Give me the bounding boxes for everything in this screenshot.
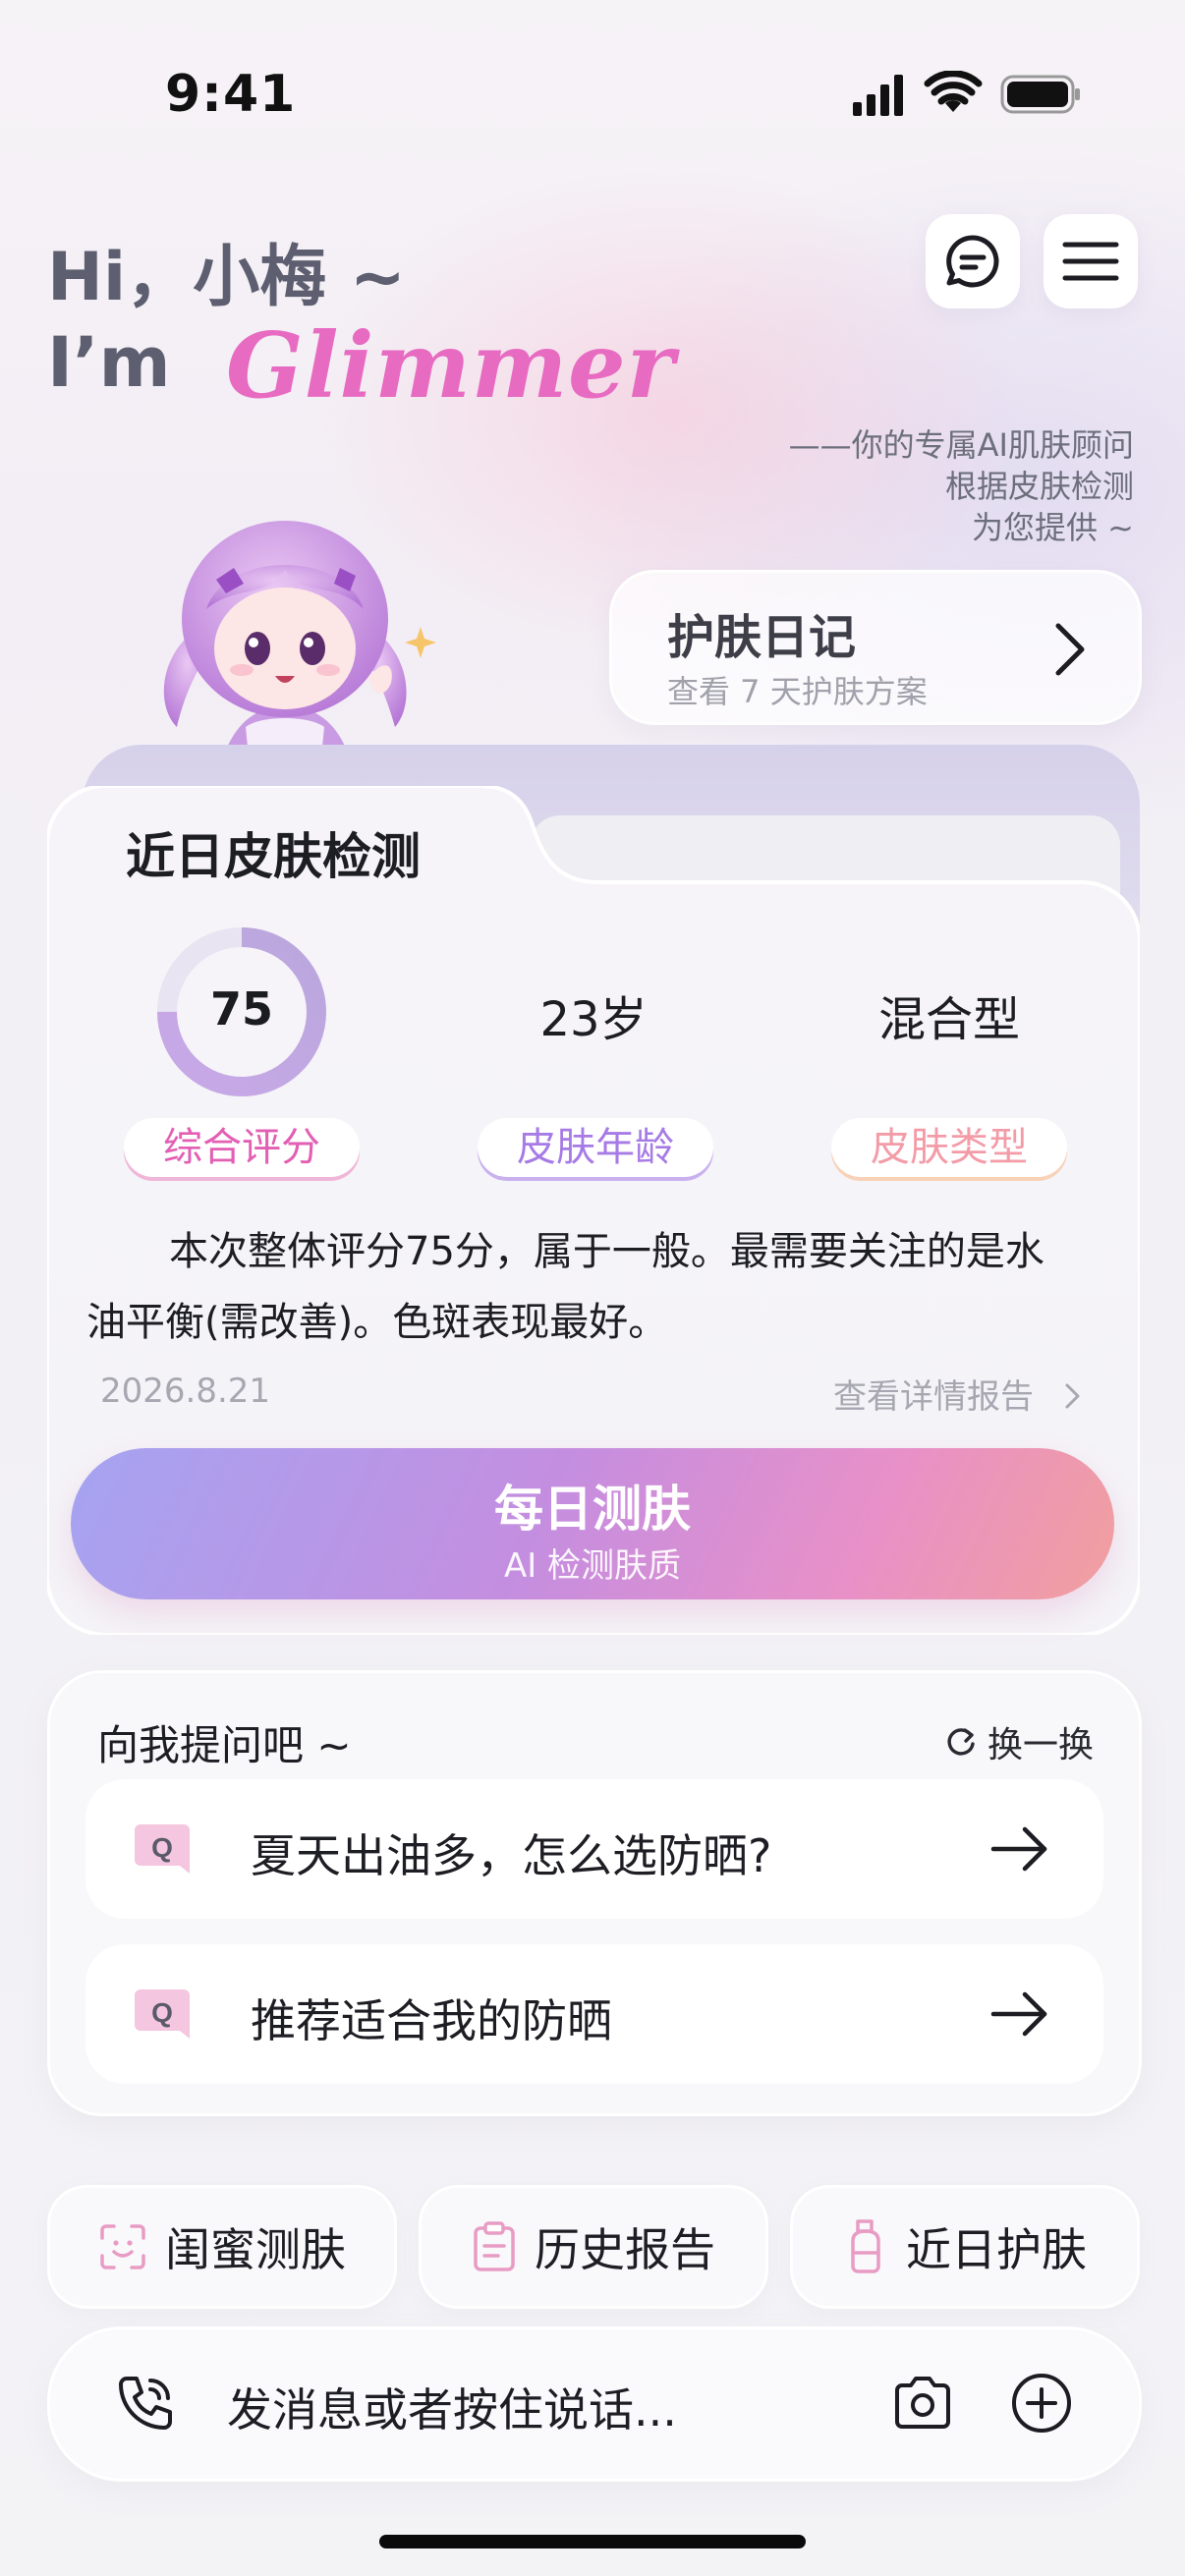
refresh-icon bbox=[947, 1728, 975, 1756]
question-text: 夏天出油多，怎么选防晒? bbox=[251, 1829, 772, 1882]
quick-action-history[interactable]: 历史报告 bbox=[419, 2185, 768, 2309]
bottle-icon bbox=[851, 2219, 880, 2273]
phone-call-icon[interactable] bbox=[113, 2373, 176, 2436]
refresh-button[interactable]: 换一换 bbox=[944, 1716, 1094, 1767]
question-badge-label: Q bbox=[151, 1997, 173, 2028]
tagline-2: 根据皮肤检测 bbox=[944, 468, 1134, 505]
greeting-im: I’m bbox=[47, 322, 171, 403]
question-badge-icon: Q bbox=[135, 1989, 190, 2039]
skin-type-label: 皮肤类型 bbox=[831, 1118, 1067, 1177]
chevron-right-icon bbox=[1055, 623, 1085, 676]
skin-age-value: 23岁 bbox=[539, 992, 648, 1047]
daily-test-title: 每日测肤 bbox=[494, 1481, 691, 1538]
chat-button[interactable] bbox=[926, 214, 1020, 308]
skin-type-value: 混合型 bbox=[877, 992, 1020, 1047]
question-badge-icon: Q bbox=[135, 1824, 190, 1874]
brand-name: Glimmer bbox=[226, 312, 676, 419]
home-indicator bbox=[379, 2535, 806, 2548]
signal-wifi-battery-icon bbox=[853, 70, 1080, 116]
status-time: 9:41 bbox=[165, 65, 297, 124]
quick-action-friend-test[interactable]: 闺蜜测肤 bbox=[47, 2185, 397, 2309]
ask-panel: 向我提问吧 ~ 换一换 Q 夏天出油多，怎么选防晒? Q 推荐适合我的防晒 bbox=[47, 1670, 1142, 2116]
plus-circle-icon[interactable] bbox=[1009, 2371, 1074, 2436]
camera-icon[interactable] bbox=[891, 2375, 954, 2434]
diary-title: 护肤日记 bbox=[667, 610, 857, 665]
report-date: 2026.8.21 bbox=[100, 1372, 271, 1411]
view-report-label: 查看详情报告 bbox=[833, 1377, 1034, 1417]
mascot-avatar bbox=[138, 462, 442, 786]
summary-text: 本次整体评分75分，属于一般。最需要关注的是水 油平衡(需改善)。色斑表现最好。 bbox=[86, 1216, 1089, 1358]
question-item[interactable]: Q 推荐适合我的防晒 bbox=[85, 1944, 1103, 2084]
daily-skin-test-button[interactable]: 每日测肤 AI 检测肤质 bbox=[71, 1448, 1114, 1599]
tagline-1: ——你的专属AI肌肤顾问 bbox=[788, 426, 1134, 464]
quick-action-label: 历史报告 bbox=[535, 2223, 715, 2276]
daily-test-subtitle: AI 检测肤质 bbox=[503, 1546, 682, 1586]
ask-title: 向我提问吧 ~ bbox=[97, 1721, 352, 1769]
arrow-right-icon bbox=[990, 1826, 1047, 1872]
skin-age-label: 皮肤年龄 bbox=[478, 1118, 713, 1177]
status-icons bbox=[847, 70, 1083, 120]
question-text: 推荐适合我的防晒 bbox=[251, 1994, 612, 2047]
refresh-label: 换一换 bbox=[987, 1725, 1094, 1765]
face-scan-icon bbox=[100, 2224, 145, 2269]
tagline-3: 为您提供 ~ bbox=[972, 509, 1134, 546]
summary-line-1: 本次整体评分75分，属于一般。最需要关注的是水 bbox=[169, 1229, 1044, 1274]
score-label: 综合评分 bbox=[124, 1118, 360, 1177]
quick-action-label: 闺蜜测肤 bbox=[165, 2223, 346, 2276]
score-value: 75 bbox=[209, 982, 273, 1036]
diary-subtitle: 查看 7 天护肤方案 bbox=[667, 673, 928, 710]
question-item[interactable]: Q 夏天出油多，怎么选防晒? bbox=[85, 1779, 1103, 1919]
menu-button[interactable] bbox=[1044, 214, 1138, 308]
card-title: 近日皮肤检测 bbox=[126, 828, 421, 885]
quick-action-recent-care[interactable]: 近日护肤 bbox=[790, 2185, 1140, 2309]
chevron-right-icon bbox=[1065, 1383, 1080, 1409]
message-input[interactable]: 发消息或者按住说话... bbox=[227, 2375, 677, 2439]
skincare-diary-card[interactable]: 护肤日记 查看 7 天护肤方案 bbox=[609, 570, 1142, 725]
hamburger-menu-icon bbox=[1062, 242, 1119, 281]
chat-bubble-icon bbox=[946, 235, 999, 288]
quick-action-label: 近日护肤 bbox=[906, 2223, 1087, 2276]
question-badge-label: Q bbox=[151, 1832, 173, 1863]
greeting-line: Hi，小梅 ~ bbox=[47, 239, 406, 316]
arrow-right-icon bbox=[990, 1991, 1047, 2037]
message-input-bar: 发消息或者按住说话... bbox=[47, 2326, 1142, 2482]
view-report-link[interactable]: 查看详情报告 bbox=[833, 1370, 1084, 1418]
clipboard-icon bbox=[474, 2221, 515, 2271]
summary-line-2: 油平衡(需改善)。色斑表现最好。 bbox=[86, 1300, 668, 1345]
